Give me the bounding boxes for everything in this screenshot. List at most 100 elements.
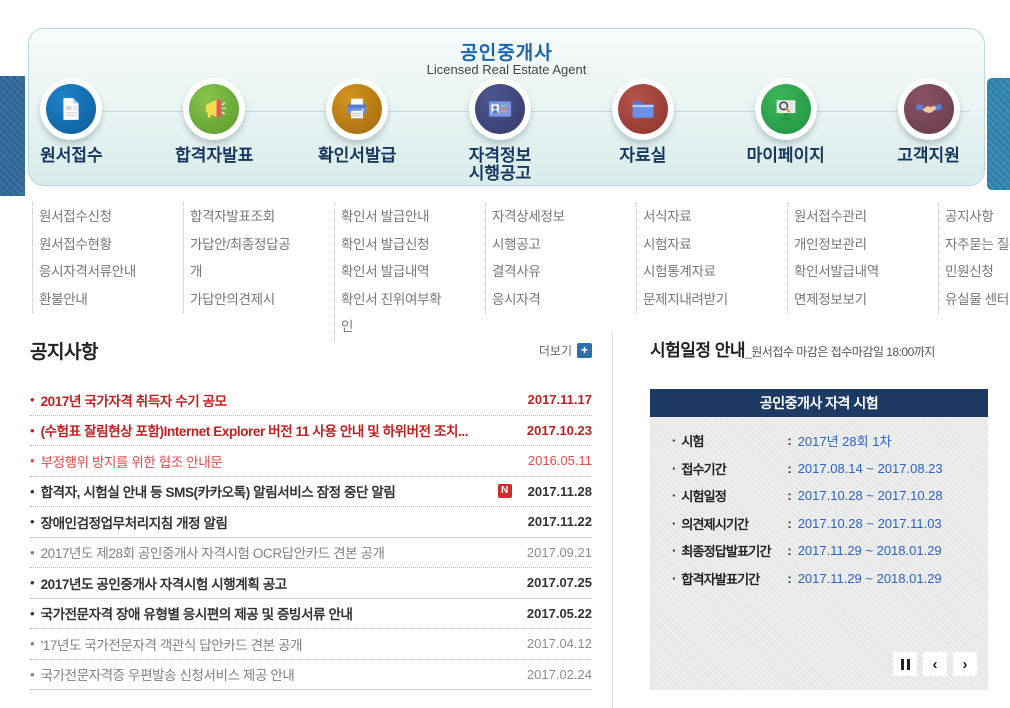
submenu-item[interactable]: 시험통계자료 [643,258,755,286]
notice-date: 2017.11.22 [528,514,592,529]
submenu-item[interactable]: 면제정보보기 [794,286,906,314]
notice-text: 국가전문자격증 우편발송 신청서비스 제공 안내 [41,664,517,684]
submenu-item[interactable]: 시험자료 [643,231,755,259]
menu-label: 마이페이지 [747,147,825,165]
submenu-item[interactable]: 자주묻는 질문&답변 [945,231,1010,259]
menu-item-5[interactable]: 자료실 [571,78,714,183]
chevron-right-button[interactable]: › [953,652,977,676]
submenu-item[interactable]: 유실물 센터 [945,286,1010,314]
pause-button[interactable] [893,652,917,676]
notice-row[interactable]: •장애인검정업무처리지침 개정 알림2017.11.22 [30,507,592,538]
pause-icon [901,659,910,670]
menu-icon-ring [40,78,102,140]
document-icon [46,84,96,134]
notice-row[interactable]: •부정행위 방지를 위한 협조 안내문2016.05.11 [30,446,592,477]
folder-icon [618,84,668,134]
menu-item-7[interactable]: 고객지원 [857,78,1000,183]
notice-row[interactable]: •(수험표 잘림현상 포함)Internet Explorer 버전 11 사용… [30,416,592,447]
chevron-left-button[interactable]: ‹ [923,652,947,676]
notice-title: 공지사항 [30,337,98,364]
menu-item-4[interactable]: 자격정보시행공고 [429,78,572,183]
notice-row[interactable]: •국가전문자격증 우편발송 신청서비스 제공 안내2017.02.24 [30,660,592,691]
notice-text: (수험표 잘림현상 포함)Internet Explorer 버전 11 사용 … [41,420,517,440]
submenu-item[interactable]: 확인서 발급신청 [341,231,453,259]
notice-more-button[interactable]: 더보기 + [539,342,592,359]
notice-date: 2017.11.28 [528,484,592,499]
submenu-item[interactable]: 민원신청 [945,258,1010,286]
menu-icon-ring [898,78,960,140]
submenu-item[interactable]: 확인서 발급내역 [341,258,453,286]
submenu-item[interactable]: 가답안의견제시 [190,286,302,314]
plus-icon[interactable]: + [577,343,592,358]
schedule-row-value[interactable]: 2017.11.29 ~ 2018.01.29 [798,571,942,586]
notice-text: 국가전문자격 장애 유형별 응시편의 제공 및 증빙서류 안내 [41,603,517,623]
schedule-row-value[interactable]: 2017년 28회 1차 [798,431,892,450]
notice-row[interactable]: •2017년도 제28회 공인중개사 자격시험 OCR답안카드 견본 공개201… [30,538,592,569]
notice-list: •2017년 국가자격 취득자 수기 공모2017.11.17•(수험표 잘림현… [30,385,592,690]
submenu-col-6: 원서접수관리개인정보관리확인서발급내역면제정보보기 [755,203,906,341]
menu-icon-ring [469,78,531,140]
submenu-item[interactable]: 합격자발표조회 [190,203,302,231]
submenu-item[interactable]: 환불안내 [39,286,151,314]
bullet-icon: • [30,392,35,407]
notice-row[interactable]: •국가전문자격 장애 유형별 응시편의 제공 및 증빙서류 안내2017.05.… [30,599,592,630]
schedule-row-value[interactable]: 2017.11.29 ~ 2018.01.29 [798,543,942,558]
submenu-item[interactable]: 시행공고 [492,231,604,259]
submenu-col-1: 원서접수신청원서접수현황응시자격서류안내환불안내 [0,203,151,341]
submenu-item[interactable]: 원서접수관리 [794,203,906,231]
bullet-icon: • [30,667,35,682]
submenu-list: 서식자료시험자료시험통계자료문제지내려받기 [636,203,755,313]
submenu-item[interactable]: 원서접수신청 [39,203,151,231]
submenu-list: 원서접수신청원서접수현황응시자격서류안내환불안내 [32,203,151,313]
submenu-item[interactable]: 문제지내려받기 [643,286,755,314]
schedule-title: 시험일정 안내 [650,336,745,361]
submenu-item[interactable]: 개인정보관리 [794,231,906,259]
schedule-subtitle: _원서접수 마감은 접수마감일 18:00까지 [745,343,935,360]
menu-item-2[interactable]: 합격자발표 [143,78,286,183]
bullet-icon: • [30,484,35,499]
notice-text: 2017년도 제28회 공인중개사 자격시험 OCR답안카드 견본 공개 [41,542,517,562]
submenu-item[interactable]: 원서접수현황 [39,231,151,259]
notice-date: 2017.11.17 [528,392,592,407]
submenu-item[interactable]: 공지사항 [945,203,1010,231]
schedule-row: ·의견제시기간:2017.10.28 ~ 2017.11.03 [672,510,988,538]
menu-label: 확인서발급 [318,147,396,165]
submenu-item[interactable]: 자격상세정보 [492,203,604,231]
submenu-list: 합격자발표조회가답안/최종정답공개가답안의견제시 [183,203,302,313]
submenu-item[interactable]: 확인서 발급안내 [341,203,453,231]
submenu-item[interactable]: 응시자격서류안내 [39,258,151,286]
page: 공인중개사 Licensed Real Estate Agent 원서접수합격자… [0,0,1010,708]
colon: : [787,461,791,476]
menu-label: 원서접수 [40,147,103,165]
bullet-icon: · [672,543,676,558]
menu-item-6[interactable]: 마이페이지 [714,78,857,183]
submenu-list: 자격상세정보시행공고결격사유응시자격 [485,203,604,313]
colon: : [787,571,791,586]
schedule-row-value[interactable]: 2017.10.28 ~ 2017.11.03 [798,516,942,531]
bullet-icon: • [30,453,35,468]
submenu-item[interactable]: 가답안/최종정답공개 [190,231,302,286]
notice-row[interactable]: •2017년 국가자격 취득자 수기 공모2017.11.17 [30,385,592,416]
schedule-section: 시험일정 안내 _원서접수 마감은 접수마감일 18:00까지 공인중개사 자격… [650,336,988,690]
colon: : [787,433,791,448]
schedule-row-label: 의견제시기간 [681,514,787,533]
bullet-icon: · [672,571,676,586]
menu-icon-ring [183,78,245,140]
notice-row[interactable]: •2017년도 공인중개사 자격시험 시행계획 공고2017.07.25 [30,568,592,599]
schedule-row-value[interactable]: 2017.10.28 ~ 2017.10.28 [798,488,943,503]
submenu-item[interactable]: 확인서 진위여부확인 [341,286,453,341]
notice-row[interactable]: •합격자, 시험실 안내 등 SMS(카카오톡) 알림서비스 잠정 중단 알림N… [30,477,592,508]
notice-row[interactable]: •'17년도 국가전문자격 객관식 답안카드 견본 공개2017.04.12 [30,629,592,660]
schedule-row-value[interactable]: 2017.08.14 ~ 2017.08.23 [798,461,943,476]
menu-item-1[interactable]: 원서접수 [0,78,143,183]
colon: : [787,488,791,503]
menu-label: 합격자발표 [175,147,253,165]
notice-date: 2017.09.21 [527,545,592,560]
submenu-item[interactable]: 응시자격 [492,286,604,314]
bullet-icon: · [672,516,676,531]
submenu-item[interactable]: 결격사유 [492,258,604,286]
submenu-item[interactable]: 확인서발급내역 [794,258,906,286]
menu-item-3[interactable]: 확인서발급 [286,78,429,183]
schedule-row-label: 합격자발표기간 [681,569,787,588]
submenu-item[interactable]: 서식자료 [643,203,755,231]
